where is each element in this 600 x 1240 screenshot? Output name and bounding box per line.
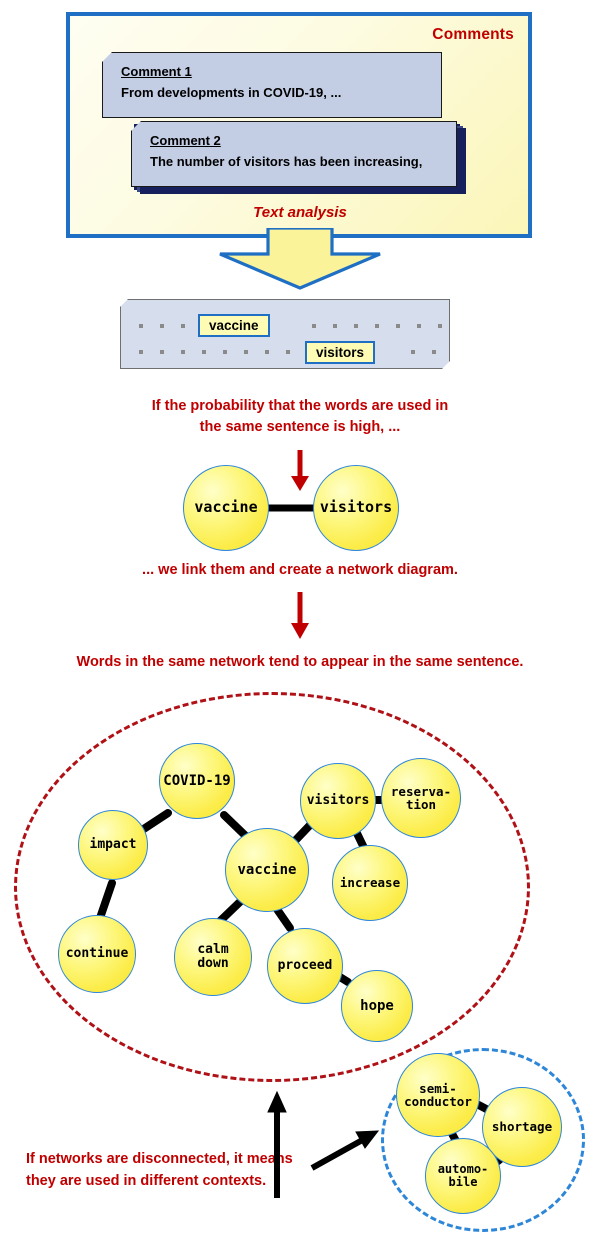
node-label: COVID-19	[163, 772, 231, 789]
node-impact[interactable]: impact	[78, 810, 148, 880]
node-label: continue	[65, 946, 129, 962]
comment-note-1-title: Comment 1	[121, 64, 192, 79]
comment-note-1-body: From developments in COVID-19, ...	[121, 85, 342, 100]
node-calm-down[interactable]: calm down	[174, 918, 252, 996]
comment-note-2: Comment 2 The number of visitors has bee…	[131, 121, 457, 187]
node-label: visitors	[306, 793, 370, 809]
red-down-arrow-icon-2	[291, 592, 309, 639]
node-reservation[interactable]: reserva- tion	[381, 758, 461, 838]
node-label: proceed	[277, 958, 333, 974]
node-label: vaccine	[237, 861, 297, 878]
pair-network: vaccine visitors	[0, 455, 600, 560]
highlighted-word-vaccine[interactable]: vaccine	[198, 314, 270, 337]
node-label: hope	[360, 997, 394, 1014]
node-vaccine[interactable]: vaccine	[183, 465, 269, 551]
node-visitors[interactable]: visitors	[300, 763, 376, 839]
node-increase[interactable]: increase	[332, 845, 408, 921]
node-visitors[interactable]: visitors	[313, 465, 399, 551]
pointer-arrows	[267, 1090, 380, 1198]
comment-note-1: Comment 1 From developments in COVID-19,…	[102, 52, 442, 118]
comments-panel-title: Comments	[432, 26, 514, 43]
highlighted-word-visitors[interactable]: visitors	[305, 341, 376, 364]
node-covid19[interactable]: COVID-19	[159, 743, 235, 819]
comment-note-2-body: The number of visitors has been increasi…	[150, 154, 423, 169]
comment-note-2-title: Comment 2	[150, 133, 221, 148]
node-label: reserva- tion	[390, 783, 452, 812]
node-label: increase	[339, 875, 401, 891]
node-label: calm down	[197, 942, 229, 971]
node-vaccine[interactable]: vaccine	[225, 828, 309, 912]
caption-same-network: Words in the same network tend to appear…	[76, 654, 524, 670]
caption-probability: If the probability that the words are us…	[151, 398, 449, 435]
node-label: visitors	[319, 498, 393, 517]
pair-network-edges	[226, 504, 356, 512]
caption-link: ... we link them and create a network di…	[142, 562, 458, 578]
diagram-canvas: Comments Comment 1 From developments in …	[0, 0, 600, 1240]
node-label: impact	[89, 837, 137, 853]
down-arrow-icon	[219, 228, 381, 290]
node-label: vaccine	[194, 498, 258, 517]
text-analysis-label: Text analysis	[253, 204, 347, 221]
placeholder-dot-row-1	[139, 324, 501, 329]
node-continue[interactable]: continue	[58, 915, 136, 993]
node-proceed[interactable]: proceed	[267, 928, 343, 1004]
node-hope[interactable]: hope	[341, 970, 413, 1042]
tokenized-text-panel	[120, 299, 450, 369]
